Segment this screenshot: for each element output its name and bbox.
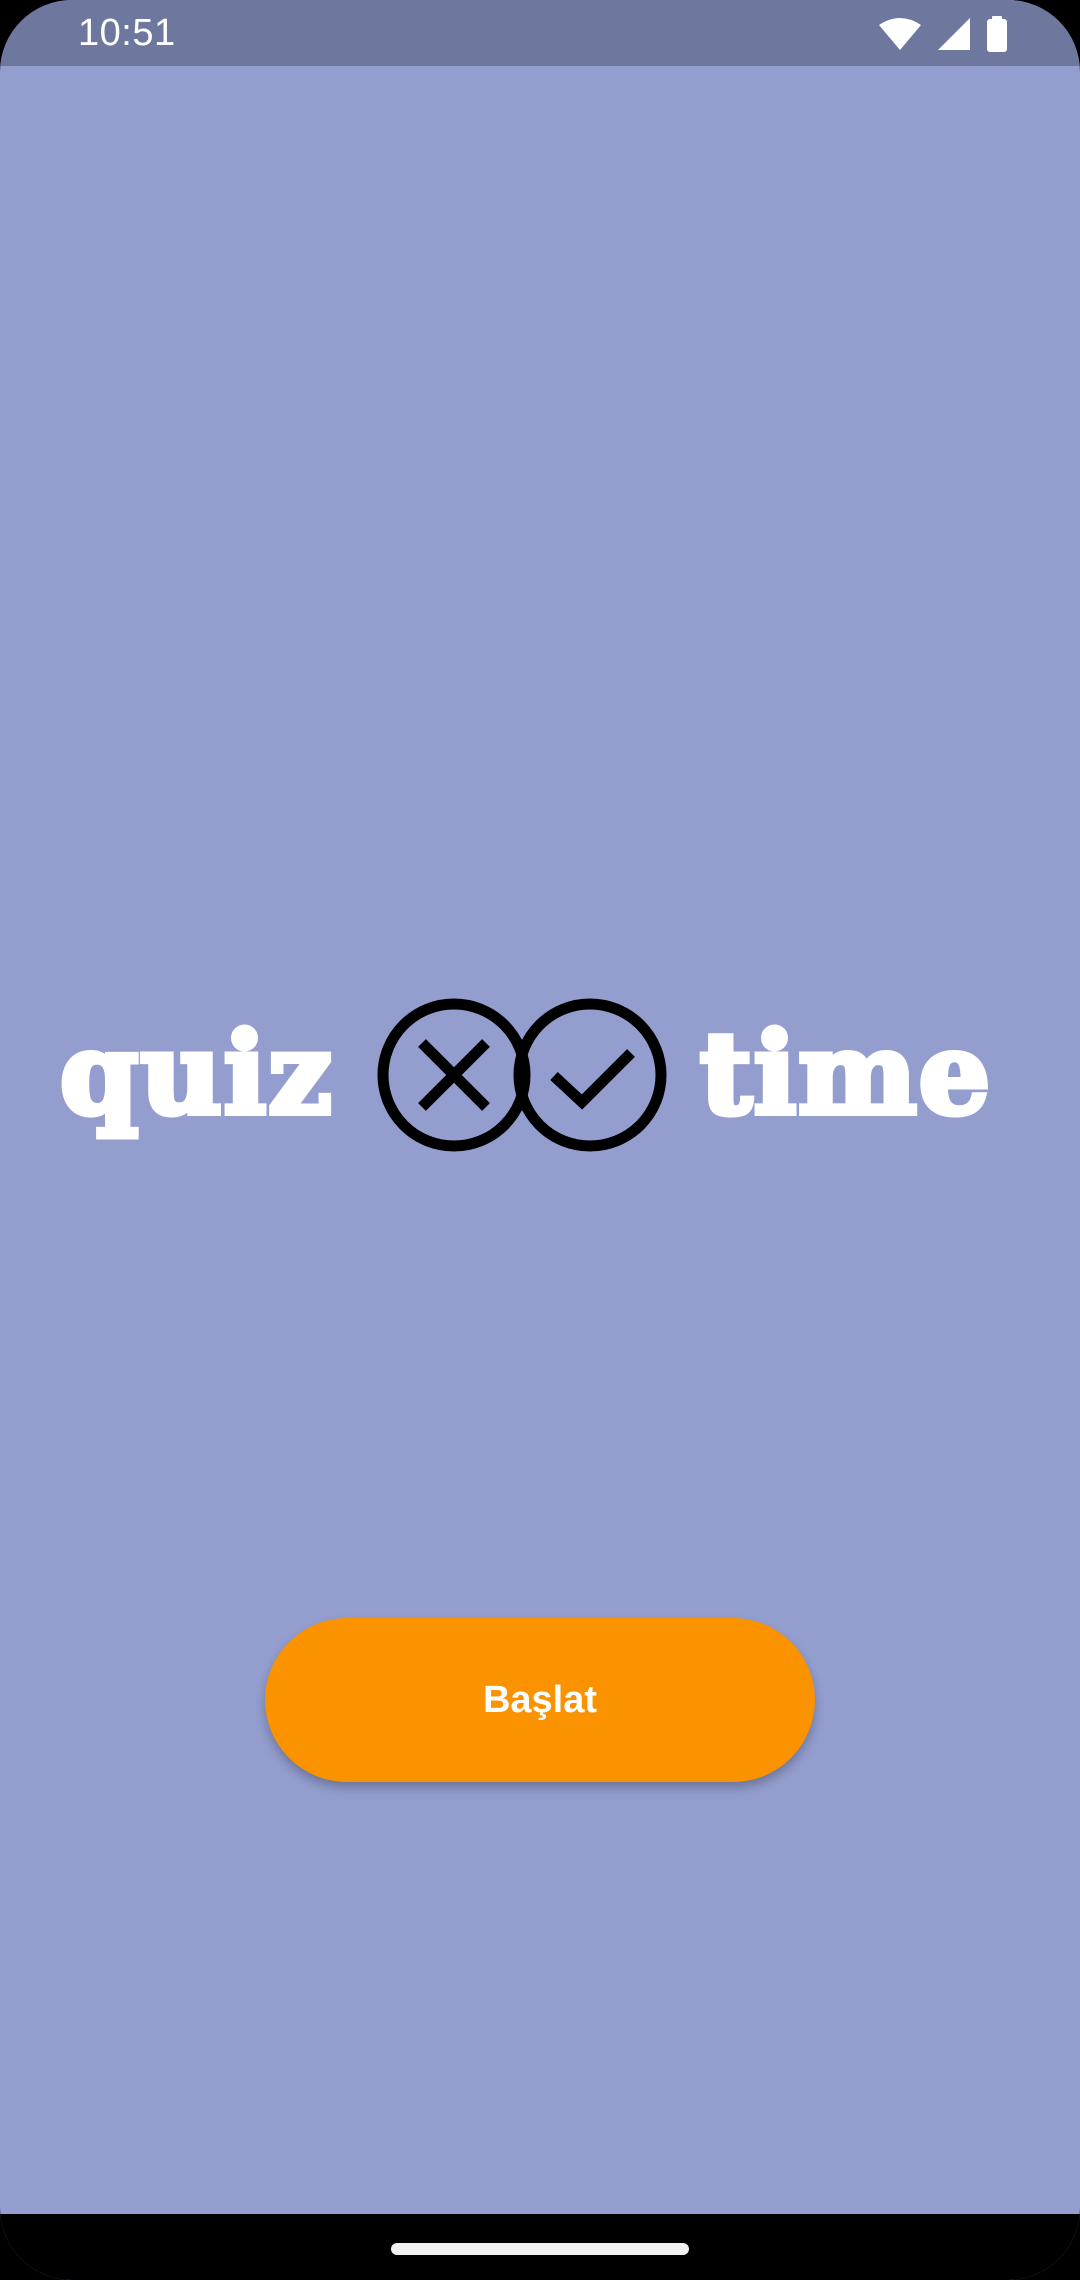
cellular-signal-icon xyxy=(936,17,972,51)
status-icons xyxy=(878,16,1008,52)
logo-word-quiz: quiz xyxy=(57,1006,335,1143)
wifi-icon xyxy=(878,17,922,51)
close-circle-icon xyxy=(377,998,531,1152)
logo-mark xyxy=(376,990,672,1164)
start-button-label: Başlat xyxy=(482,1678,598,1721)
check-circle-icon xyxy=(513,998,667,1152)
navigation-bar xyxy=(0,2214,1080,2280)
logo-word-time: time xyxy=(697,1006,993,1143)
status-time: 10:51 xyxy=(78,12,176,54)
home-gesture-handle[interactable] xyxy=(391,2243,689,2255)
app-screen: 10:51 quiz time Başlat xyxy=(0,0,1080,2280)
battery-icon xyxy=(986,16,1008,52)
quiz-time-logo: quiz time xyxy=(0,990,1080,1160)
start-button[interactable]: Başlat xyxy=(265,1618,815,1782)
status-bar: 10:51 xyxy=(0,0,1080,66)
